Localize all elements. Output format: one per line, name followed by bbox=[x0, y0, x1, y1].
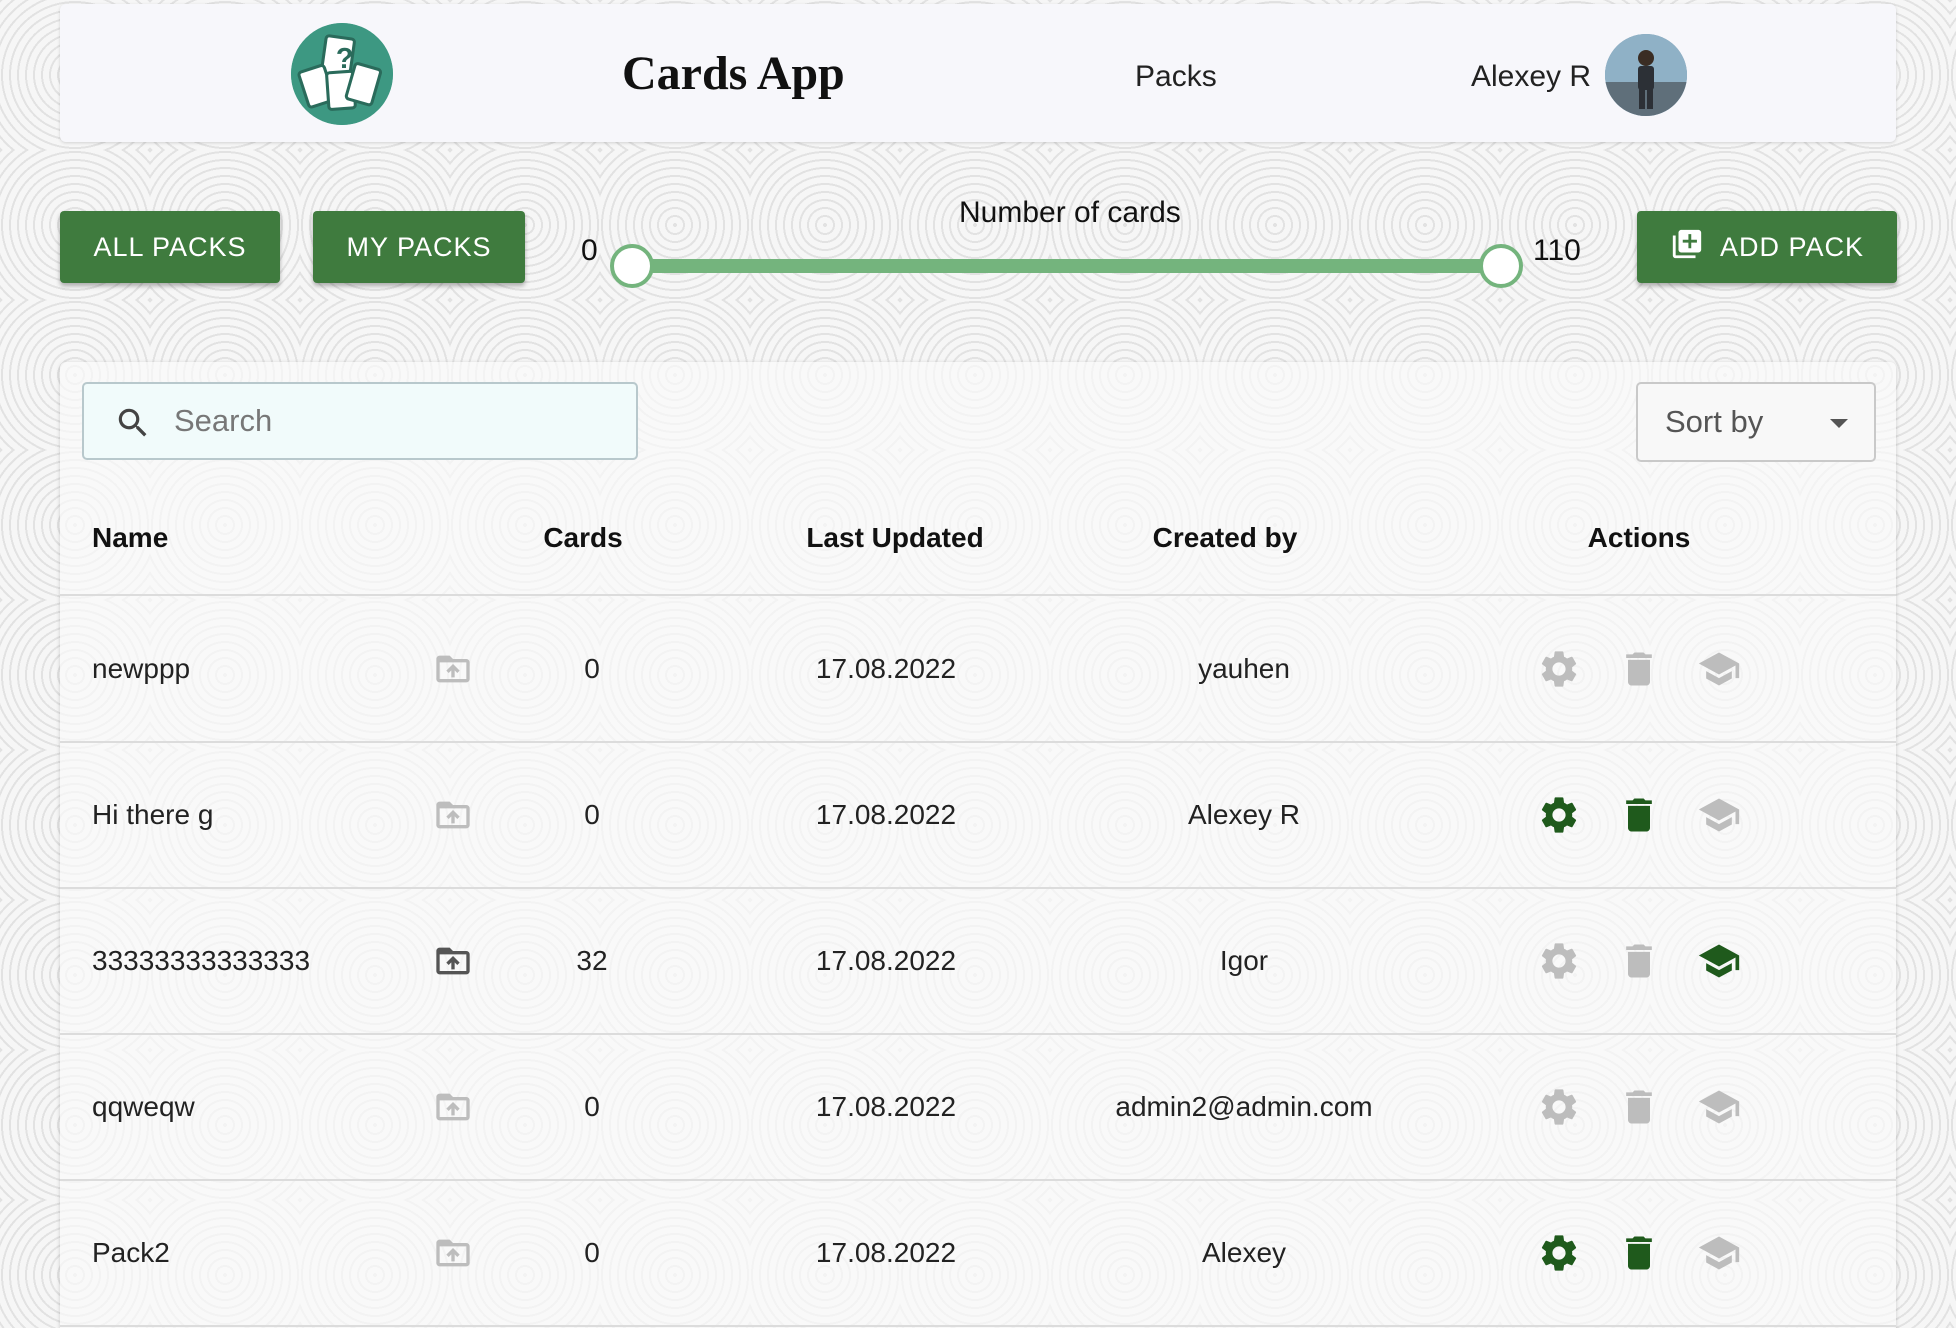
slider-max-handle[interactable] bbox=[1479, 244, 1523, 288]
pack-cards-count: 0 bbox=[584, 1237, 600, 1268]
learn-cap-icon[interactable] bbox=[1697, 939, 1741, 983]
dropdown-arrow-icon bbox=[1830, 419, 1848, 428]
pack-created-by: Igor bbox=[1219, 945, 1269, 976]
column-header-last-updated[interactable]: Last Updated bbox=[806, 522, 983, 554]
folder-upload-icon[interactable] bbox=[431, 1233, 475, 1273]
add-pack-button[interactable]: ADD PACK bbox=[1637, 211, 1897, 283]
pack-created-by: admin2@admin.com bbox=[1115, 1091, 1373, 1122]
pack-name[interactable]: 33333333333333 bbox=[92, 945, 310, 977]
pack-last-updated: 17.08.2022 bbox=[815, 1237, 957, 1268]
app-header: ? Cards App Packs Alexey R bbox=[60, 4, 1896, 142]
pack-last-updated: 17.08.2022 bbox=[815, 1091, 957, 1122]
slider-label: Number of cards bbox=[959, 196, 1181, 229]
row-divider bbox=[60, 887, 1896, 889]
pack-last-updated: 17.08.2022 bbox=[815, 799, 957, 830]
pack-created-by: Alexey R bbox=[1187, 799, 1301, 830]
pack-name[interactable]: newppp bbox=[92, 653, 190, 685]
gear-icon[interactable] bbox=[1537, 1231, 1581, 1275]
folder-upload-icon[interactable] bbox=[431, 941, 475, 981]
row-divider bbox=[60, 1325, 1896, 1327]
row-divider bbox=[60, 1179, 1896, 1181]
user-name[interactable]: Alexey R bbox=[1471, 60, 1591, 94]
learn-cap-icon[interactable] bbox=[1697, 647, 1741, 691]
gear-icon[interactable] bbox=[1537, 647, 1581, 691]
cards-range-slider-track[interactable] bbox=[632, 259, 1500, 273]
pack-name[interactable]: Hi there g bbox=[92, 799, 213, 831]
gear-icon[interactable] bbox=[1537, 1085, 1581, 1129]
pack-cards-count: 0 bbox=[584, 1091, 600, 1122]
pack-created-by: yauhen bbox=[1198, 653, 1290, 684]
column-header-actions: Actions bbox=[1587, 522, 1691, 553]
folder-upload-icon[interactable] bbox=[431, 1087, 475, 1127]
folder-upload-icon[interactable] bbox=[431, 649, 475, 689]
delete-icon[interactable] bbox=[1617, 647, 1661, 691]
slider-min-handle[interactable] bbox=[610, 244, 654, 288]
pack-cards-count: 32 bbox=[576, 945, 608, 976]
row-divider bbox=[60, 741, 1896, 743]
my-packs-button[interactable]: MY PACKS bbox=[313, 211, 525, 283]
header-divider bbox=[60, 594, 1896, 596]
search-input[interactable] bbox=[174, 398, 614, 444]
pack-last-updated: 17.08.2022 bbox=[815, 653, 957, 684]
row-divider bbox=[60, 1033, 1896, 1035]
nav-packs-link[interactable]: Packs bbox=[1135, 60, 1217, 94]
search-box[interactable] bbox=[82, 382, 638, 460]
gear-icon[interactable] bbox=[1537, 939, 1581, 983]
folder-upload-icon[interactable] bbox=[431, 795, 475, 835]
cards-logo-icon[interactable]: ? bbox=[291, 23, 393, 125]
app-title: Cards App bbox=[622, 47, 845, 100]
all-packs-button[interactable]: ALL PACKS bbox=[60, 211, 280, 283]
add-box-icon bbox=[1670, 227, 1704, 268]
learn-cap-icon[interactable] bbox=[1697, 793, 1741, 837]
delete-icon[interactable] bbox=[1617, 1231, 1661, 1275]
pack-cards-count: 0 bbox=[584, 799, 600, 830]
packs-table-panel: Sort by bbox=[60, 362, 1896, 1328]
learn-cap-icon[interactable] bbox=[1697, 1231, 1741, 1275]
pack-created-by: Alexey bbox=[1201, 1237, 1287, 1268]
learn-cap-icon[interactable] bbox=[1697, 1085, 1741, 1129]
slider-max-value: 110 bbox=[1533, 234, 1581, 267]
sort-by-label: Sort by bbox=[1665, 404, 1764, 439]
delete-icon[interactable] bbox=[1617, 793, 1661, 837]
delete-icon[interactable] bbox=[1617, 939, 1661, 983]
pack-name[interactable]: qqweqw bbox=[92, 1091, 195, 1123]
pack-cards-count: 0 bbox=[584, 653, 600, 684]
column-header-created-by[interactable]: Created by bbox=[1153, 522, 1298, 554]
slider-min-value: 0 bbox=[581, 234, 598, 267]
column-header-name[interactable]: Name bbox=[92, 522, 168, 554]
pack-name[interactable]: Pack2 bbox=[92, 1237, 170, 1269]
delete-icon[interactable] bbox=[1617, 1085, 1661, 1129]
add-pack-label: ADD PACK bbox=[1719, 231, 1865, 262]
sort-by-select[interactable]: Sort by bbox=[1636, 382, 1876, 462]
pack-last-updated: 17.08.2022 bbox=[815, 945, 957, 976]
column-header-cards[interactable]: Cards bbox=[543, 522, 622, 554]
gear-icon[interactable] bbox=[1537, 793, 1581, 837]
user-avatar[interactable] bbox=[1605, 34, 1687, 116]
